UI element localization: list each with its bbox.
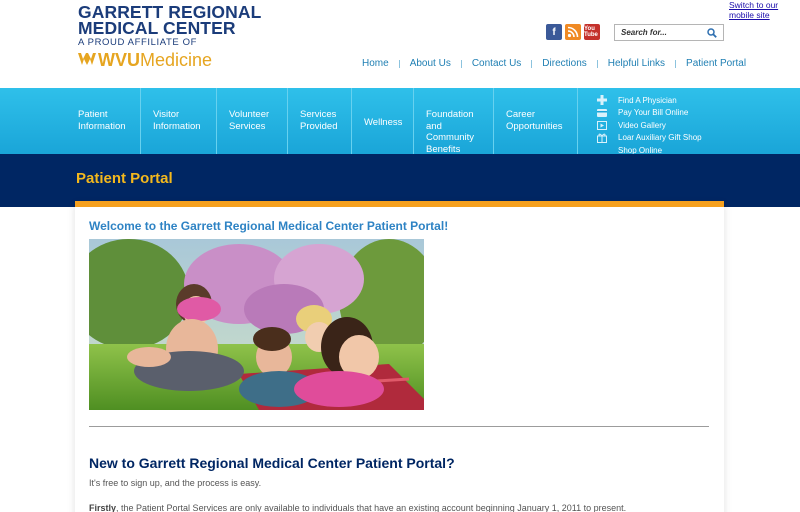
new-user-heading: New to Garrett Regional Medical Center P… [89, 455, 455, 471]
wvu-text: WVU [98, 50, 140, 70]
main-nav-volunteer-services[interactable]: Volunteer Services [217, 88, 288, 154]
nav-line: Patient [78, 109, 108, 120]
firstly-text: , the Patient Portal Services are only a… [116, 503, 627, 512]
quick-link-gift-shop[interactable]: Loar Auxiliary Gift Shop [596, 132, 702, 145]
logo-affiliate-text: A PROUD AFFILIATE OF [78, 37, 197, 48]
quick-link-pay-bill[interactable]: Pay Your Bill Online [596, 107, 702, 120]
gift-icon [596, 133, 607, 143]
family-photo [89, 239, 424, 410]
logo-line-2: MEDICAL CENTER [78, 18, 236, 38]
nav-home-link[interactable]: Home [352, 58, 399, 69]
garrett-logo[interactable]: GARRETT REGIONAL MEDICAL CENTER A PROUD … [78, 3, 308, 74]
quick-link-label: Loar Auxiliary Gift Shop [618, 133, 702, 143]
nav-line: Volunteer [229, 109, 270, 120]
nav-line: Provided [300, 120, 338, 132]
nav-line: Foundation [426, 109, 474, 120]
wvu-medicine-logo: WVU Medicine [78, 51, 308, 69]
main-nav-patient-information[interactable]: Patient Information [66, 88, 141, 154]
quick-link-label: Pay Your Bill Online [618, 108, 689, 118]
page-title-band: Patient Portal [0, 154, 800, 207]
quick-link-video-gallery[interactable]: Video Gallery [596, 119, 702, 132]
quick-link-find-physician[interactable]: Find A Physician [596, 94, 702, 107]
content-panel: Welcome to the Garrett Regional Medical … [75, 201, 724, 512]
top-nav: Home About Us Contact Us Directions Help… [352, 58, 756, 69]
free-signup-text: It's free to sign up, and the process is… [89, 478, 262, 488]
plus-icon [596, 95, 607, 106]
rss-icon[interactable] [565, 24, 581, 40]
youtube-icon[interactable]: You Tube [584, 24, 600, 40]
social-icons: f You Tube [546, 24, 600, 40]
wv-flying-icon [78, 52, 96, 68]
nav-helpful-links-link[interactable]: Helpful Links [598, 58, 675, 69]
video-icon [596, 120, 607, 130]
content-divider [89, 426, 709, 427]
search-icon[interactable] [705, 26, 719, 40]
nav-line: Information [78, 120, 126, 132]
site-header: GARRETT REGIONAL MEDICAL CENTER A PROUD … [0, 0, 800, 88]
search-input[interactable] [615, 28, 705, 37]
quick-link-label: Video Gallery [618, 120, 666, 130]
nav-line: Services [229, 120, 266, 132]
firstly-bold: Firstly [89, 503, 117, 512]
main-nav-foundation[interactable]: Foundation and Community Benefits [414, 88, 494, 155]
quick-link-label: Find A Physician [618, 95, 677, 105]
nav-patient-portal-link[interactable]: Patient Portal [676, 58, 756, 69]
nav-line: Visitor [153, 109, 180, 120]
main-nav-services-provided[interactable]: Services Provided [288, 88, 352, 154]
search-box [614, 24, 724, 41]
nav-line: Career [506, 109, 536, 120]
switch-mobile-link[interactable]: Switch to our mobile site [729, 0, 799, 20]
main-nav-wellness[interactable]: Wellness [352, 88, 414, 154]
nav-line: and [426, 120, 442, 132]
firstly-paragraph: Firstly, the Patient Portal Services are… [89, 503, 626, 512]
main-nav-bar: Patient Information Visitor Information … [0, 88, 800, 157]
facebook-icon[interactable]: f [546, 24, 562, 40]
main-nav-career-opportunities[interactable]: Career Opportunities [494, 88, 578, 154]
quick-links: Find A Physician Pay Your Bill Online Vi… [596, 94, 702, 157]
page-title: Patient Portal [76, 170, 173, 187]
nav-directions-link[interactable]: Directions [532, 58, 596, 69]
nav-line: Community [426, 132, 475, 143]
nav-about-link[interactable]: About Us [400, 58, 461, 69]
nav-contact-link[interactable]: Contact Us [462, 58, 531, 69]
nav-line: Services [300, 109, 337, 120]
welcome-heading: Welcome to the Garrett Regional Medical … [89, 219, 449, 233]
card-icon [596, 108, 607, 118]
nav-line: Opportunities [506, 120, 563, 132]
nav-line: Information [153, 120, 201, 132]
medicine-text: Medicine [140, 50, 213, 70]
nav-line: Wellness [364, 117, 403, 128]
main-nav-visitor-information[interactable]: Visitor Information [141, 88, 217, 154]
